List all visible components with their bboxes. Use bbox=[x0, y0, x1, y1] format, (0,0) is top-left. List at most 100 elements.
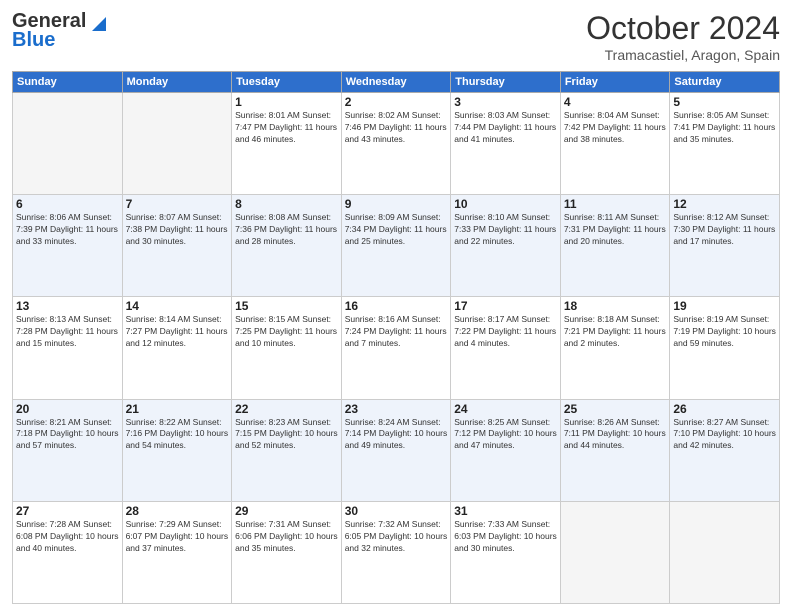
calendar-day-cell: 20Sunrise: 8:21 AM Sunset: 7:18 PM Dayli… bbox=[13, 399, 123, 501]
day-number: 23 bbox=[345, 402, 448, 416]
calendar-day-cell: 10Sunrise: 8:10 AM Sunset: 7:33 PM Dayli… bbox=[451, 195, 561, 297]
day-info: Sunrise: 8:25 AM Sunset: 7:12 PM Dayligh… bbox=[454, 417, 557, 453]
day-number: 27 bbox=[16, 504, 119, 518]
calendar-day-cell: 9Sunrise: 8:09 AM Sunset: 7:34 PM Daylig… bbox=[341, 195, 451, 297]
day-info: Sunrise: 7:28 AM Sunset: 6:08 PM Dayligh… bbox=[16, 519, 119, 555]
day-number: 22 bbox=[235, 402, 338, 416]
logo: General Blue bbox=[12, 10, 106, 52]
calendar-day-cell bbox=[13, 93, 123, 195]
day-header-saturday: Saturday bbox=[670, 72, 780, 93]
calendar-day-cell: 19Sunrise: 8:19 AM Sunset: 7:19 PM Dayli… bbox=[670, 297, 780, 399]
day-info: Sunrise: 8:03 AM Sunset: 7:44 PM Dayligh… bbox=[454, 110, 557, 146]
calendar-day-cell: 16Sunrise: 8:16 AM Sunset: 7:24 PM Dayli… bbox=[341, 297, 451, 399]
day-number: 29 bbox=[235, 504, 338, 518]
day-header-tuesday: Tuesday bbox=[232, 72, 342, 93]
calendar-day-cell: 11Sunrise: 8:11 AM Sunset: 7:31 PM Dayli… bbox=[560, 195, 670, 297]
day-info: Sunrise: 8:05 AM Sunset: 7:41 PM Dayligh… bbox=[673, 110, 776, 146]
day-info: Sunrise: 8:16 AM Sunset: 7:24 PM Dayligh… bbox=[345, 314, 448, 350]
calendar-day-cell: 27Sunrise: 7:28 AM Sunset: 6:08 PM Dayli… bbox=[13, 501, 123, 603]
calendar-day-cell: 23Sunrise: 8:24 AM Sunset: 7:14 PM Dayli… bbox=[341, 399, 451, 501]
day-number: 24 bbox=[454, 402, 557, 416]
calendar-day-cell: 22Sunrise: 8:23 AM Sunset: 7:15 PM Dayli… bbox=[232, 399, 342, 501]
location-title: Tramacastiel, Aragon, Spain bbox=[586, 47, 780, 63]
day-number: 6 bbox=[16, 197, 119, 211]
day-info: Sunrise: 8:15 AM Sunset: 7:25 PM Dayligh… bbox=[235, 314, 338, 350]
calendar-week-row: 27Sunrise: 7:28 AM Sunset: 6:08 PM Dayli… bbox=[13, 501, 780, 603]
day-number: 17 bbox=[454, 299, 557, 313]
logo-triangle-icon bbox=[88, 13, 106, 31]
day-number: 12 bbox=[673, 197, 776, 211]
calendar-day-cell: 5Sunrise: 8:05 AM Sunset: 7:41 PM Daylig… bbox=[670, 93, 780, 195]
calendar-day-cell: 7Sunrise: 8:07 AM Sunset: 7:38 PM Daylig… bbox=[122, 195, 232, 297]
day-number: 5 bbox=[673, 95, 776, 109]
day-info: Sunrise: 8:23 AM Sunset: 7:15 PM Dayligh… bbox=[235, 417, 338, 453]
calendar-day-cell: 17Sunrise: 8:17 AM Sunset: 7:22 PM Dayli… bbox=[451, 297, 561, 399]
day-number: 11 bbox=[564, 197, 667, 211]
calendar-week-row: 1Sunrise: 8:01 AM Sunset: 7:47 PM Daylig… bbox=[13, 93, 780, 195]
calendar-header-row: SundayMondayTuesdayWednesdayThursdayFrid… bbox=[13, 72, 780, 93]
day-number: 25 bbox=[564, 402, 667, 416]
day-info: Sunrise: 8:07 AM Sunset: 7:38 PM Dayligh… bbox=[126, 212, 229, 248]
day-info: Sunrise: 8:19 AM Sunset: 7:19 PM Dayligh… bbox=[673, 314, 776, 350]
header: General Blue October 2024 Tramacastiel, … bbox=[12, 10, 780, 63]
calendar-day-cell: 29Sunrise: 7:31 AM Sunset: 6:06 PM Dayli… bbox=[232, 501, 342, 603]
day-number: 2 bbox=[345, 95, 448, 109]
day-number: 14 bbox=[126, 299, 229, 313]
day-number: 9 bbox=[345, 197, 448, 211]
day-info: Sunrise: 8:11 AM Sunset: 7:31 PM Dayligh… bbox=[564, 212, 667, 248]
day-info: Sunrise: 8:17 AM Sunset: 7:22 PM Dayligh… bbox=[454, 314, 557, 350]
calendar-week-row: 13Sunrise: 8:13 AM Sunset: 7:28 PM Dayli… bbox=[13, 297, 780, 399]
day-header-thursday: Thursday bbox=[451, 72, 561, 93]
calendar-day-cell: 12Sunrise: 8:12 AM Sunset: 7:30 PM Dayli… bbox=[670, 195, 780, 297]
day-number: 26 bbox=[673, 402, 776, 416]
calendar-day-cell: 21Sunrise: 8:22 AM Sunset: 7:16 PM Dayli… bbox=[122, 399, 232, 501]
day-info: Sunrise: 8:02 AM Sunset: 7:46 PM Dayligh… bbox=[345, 110, 448, 146]
calendar-day-cell: 24Sunrise: 8:25 AM Sunset: 7:12 PM Dayli… bbox=[451, 399, 561, 501]
calendar-day-cell: 8Sunrise: 8:08 AM Sunset: 7:36 PM Daylig… bbox=[232, 195, 342, 297]
calendar-day-cell: 26Sunrise: 8:27 AM Sunset: 7:10 PM Dayli… bbox=[670, 399, 780, 501]
calendar-day-cell: 13Sunrise: 8:13 AM Sunset: 7:28 PM Dayli… bbox=[13, 297, 123, 399]
day-number: 10 bbox=[454, 197, 557, 211]
day-number: 30 bbox=[345, 504, 448, 518]
calendar-day-cell: 28Sunrise: 7:29 AM Sunset: 6:07 PM Dayli… bbox=[122, 501, 232, 603]
day-info: Sunrise: 8:09 AM Sunset: 7:34 PM Dayligh… bbox=[345, 212, 448, 248]
title-block: October 2024 Tramacastiel, Aragon, Spain bbox=[586, 10, 780, 63]
day-info: Sunrise: 7:32 AM Sunset: 6:05 PM Dayligh… bbox=[345, 519, 448, 555]
day-number: 21 bbox=[126, 402, 229, 416]
day-info: Sunrise: 8:26 AM Sunset: 7:11 PM Dayligh… bbox=[564, 417, 667, 453]
day-info: Sunrise: 8:24 AM Sunset: 7:14 PM Dayligh… bbox=[345, 417, 448, 453]
calendar-day-cell: 30Sunrise: 7:32 AM Sunset: 6:05 PM Dayli… bbox=[341, 501, 451, 603]
day-number: 8 bbox=[235, 197, 338, 211]
day-info: Sunrise: 8:18 AM Sunset: 7:21 PM Dayligh… bbox=[564, 314, 667, 350]
calendar-day-cell bbox=[670, 501, 780, 603]
day-number: 13 bbox=[16, 299, 119, 313]
day-info: Sunrise: 8:14 AM Sunset: 7:27 PM Dayligh… bbox=[126, 314, 229, 350]
day-number: 1 bbox=[235, 95, 338, 109]
day-info: Sunrise: 8:12 AM Sunset: 7:30 PM Dayligh… bbox=[673, 212, 776, 248]
logo-blue: Blue bbox=[12, 29, 55, 52]
calendar-day-cell: 3Sunrise: 8:03 AM Sunset: 7:44 PM Daylig… bbox=[451, 93, 561, 195]
calendar-day-cell: 31Sunrise: 7:33 AM Sunset: 6:03 PM Dayli… bbox=[451, 501, 561, 603]
day-info: Sunrise: 7:31 AM Sunset: 6:06 PM Dayligh… bbox=[235, 519, 338, 555]
day-info: Sunrise: 8:21 AM Sunset: 7:18 PM Dayligh… bbox=[16, 417, 119, 453]
calendar-table: SundayMondayTuesdayWednesdayThursdayFrid… bbox=[12, 71, 780, 604]
calendar-day-cell: 1Sunrise: 8:01 AM Sunset: 7:47 PM Daylig… bbox=[232, 93, 342, 195]
day-info: Sunrise: 8:06 AM Sunset: 7:39 PM Dayligh… bbox=[16, 212, 119, 248]
day-header-friday: Friday bbox=[560, 72, 670, 93]
page: General Blue October 2024 Tramacastiel, … bbox=[0, 0, 792, 612]
day-info: Sunrise: 7:29 AM Sunset: 6:07 PM Dayligh… bbox=[126, 519, 229, 555]
day-info: Sunrise: 8:27 AM Sunset: 7:10 PM Dayligh… bbox=[673, 417, 776, 453]
day-info: Sunrise: 8:10 AM Sunset: 7:33 PM Dayligh… bbox=[454, 212, 557, 248]
day-number: 4 bbox=[564, 95, 667, 109]
calendar-day-cell bbox=[122, 93, 232, 195]
day-number: 28 bbox=[126, 504, 229, 518]
day-number: 18 bbox=[564, 299, 667, 313]
calendar-day-cell: 6Sunrise: 8:06 AM Sunset: 7:39 PM Daylig… bbox=[13, 195, 123, 297]
day-number: 3 bbox=[454, 95, 557, 109]
day-number: 19 bbox=[673, 299, 776, 313]
day-header-wednesday: Wednesday bbox=[341, 72, 451, 93]
day-info: Sunrise: 8:22 AM Sunset: 7:16 PM Dayligh… bbox=[126, 417, 229, 453]
month-title: October 2024 bbox=[586, 10, 780, 47]
day-header-monday: Monday bbox=[122, 72, 232, 93]
calendar-day-cell: 4Sunrise: 8:04 AM Sunset: 7:42 PM Daylig… bbox=[560, 93, 670, 195]
